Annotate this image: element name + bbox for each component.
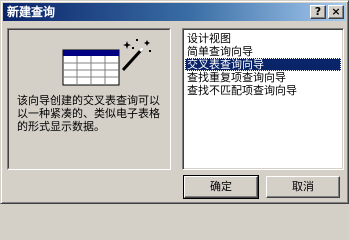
dialog-title: 新建查询 (7, 5, 56, 19)
title-bar[interactable]: 新建查询 ? × (3, 3, 346, 21)
list-item-simple-query-wizard[interactable]: 简单查询向导 (185, 45, 341, 58)
wizard-description: 该向导创建的交叉表查询可以以一种紧凑的、类似电子表格的形式显示数据。 (17, 94, 160, 133)
cancel-button[interactable]: 取消 (266, 176, 340, 198)
query-type-list[interactable]: 设计视图 简单查询向导 交叉表查询向导 查找重复项查询向导 查找不匹配项查询向导 (182, 28, 344, 170)
close-button[interactable]: × (328, 5, 344, 19)
new-query-dialog: 新建查询 ? × 该向导创建的交叉表查询可以以一种紧凑的、类似电子表格的形式显示… (0, 0, 349, 204)
crosstab-wizard-icon (62, 39, 151, 86)
list-item-find-unmatched-wizard[interactable]: 查找不匹配项查询向导 (185, 84, 341, 97)
list-item-crosstab-query-wizard[interactable]: 交叉表查询向导 (185, 58, 341, 71)
preview-panel: 该向导创建的交叉表查询可以以一种紧凑的、类似电子表格的形式显示数据。 (7, 28, 171, 170)
list-item-design-view[interactable]: 设计视图 (185, 32, 341, 45)
help-button[interactable]: ? (310, 5, 326, 19)
ok-button[interactable]: 确定 (183, 175, 259, 199)
list-item-find-duplicates-wizard[interactable]: 查找重复项查询向导 (185, 71, 341, 84)
